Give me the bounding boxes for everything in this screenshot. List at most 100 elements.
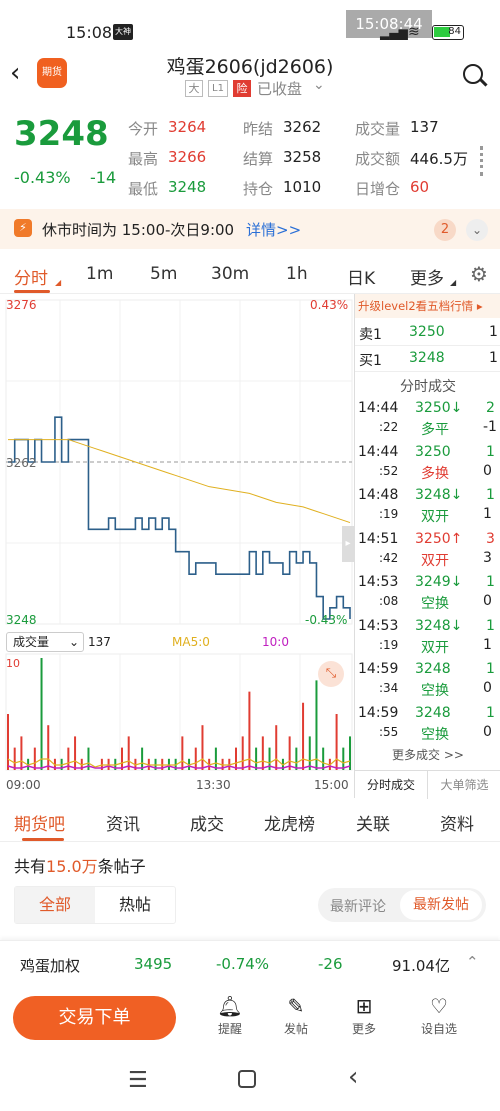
filter-all[interactable]: 全部 [15,887,95,923]
quote-label: 最低 [128,180,159,198]
notice-count[interactable]: 2 [434,219,456,241]
post-button[interactable]: ✎ 发帖 [276,994,316,1037]
more-dots-icon[interactable] [480,146,484,176]
x-label-start: 09:00 [6,778,41,792]
fullscreen-icon[interactable]: ⤡ [318,661,344,687]
quote-value: 3248 [168,178,207,196]
tab-deals[interactable]: 成交 [190,810,224,835]
sort-comment[interactable]: 最新评论 [330,896,386,916]
gear-icon[interactable]: ⚙ [470,262,488,286]
tab-rank[interactable]: 龙虎榜 [264,810,315,835]
chevron-down-icon[interactable]: ⌄ [313,77,325,93]
trade-row: 14:53 3248↓ 1:19 双开 1 [355,616,500,659]
tab-5m[interactable]: 5m [150,264,177,284]
trade-price: 3250 [415,443,451,460]
menu-icon[interactable]: ☰ [128,1068,148,1093]
expand-icon[interactable]: ⌄ [466,219,488,241]
search-icon[interactable] [463,64,488,87]
trade-price: 3250↑ [415,530,463,547]
nav-back-icon[interactable]: ‹ [348,1062,358,1092]
quote-value: 3262 [283,118,322,136]
more-button[interactable]: ⊞ 更多 [344,994,384,1037]
tab-related[interactable]: 关联 [356,810,390,835]
ticker-pct: -0.74% [216,955,270,973]
trade-sec: :19 [379,507,399,521]
tab-profile[interactable]: 资料 [440,810,474,835]
system-nav: ☰ ‹ [0,1050,500,1111]
trade-qty: 1 [486,704,495,721]
wifi-icon: ≋ [408,24,420,40]
quote-label: 持仓 [243,180,274,198]
chart-svg [5,299,353,771]
tab-forum[interactable]: 期货吧 [14,810,65,835]
vol-max-label: 10 [6,657,20,670]
trade-sec: :42 [379,550,399,565]
chevron-up-icon[interactable]: ⌃ [466,953,479,971]
trade-price: 3250↓ [415,400,463,416]
last-price: 3248 [14,114,109,154]
tab-indicator-icon: ◢ [55,278,62,287]
filter-hot[interactable]: 热帖 [95,887,175,923]
trade-open-change: 1 [483,506,492,522]
tag-l1: L1 [208,80,228,97]
trade-price: 3249↓ [415,574,463,590]
forum-sort: 最新评论 最新发帖 [318,888,486,922]
tab-news[interactable]: 资讯 [106,810,140,835]
index-ticker[interactable]: 鸡蛋加权 3495 -0.74% -26 91.04亿 ⌃ [0,940,500,986]
trade-price: 3248 [415,704,451,721]
trade-qty: 1 [486,617,495,634]
tab-daily[interactable]: 日K [347,264,375,289]
app-badge: 大神 [113,24,133,40]
trade-price: 3248↓ [415,617,463,634]
tab-intraday[interactable]: 分时 [14,264,48,289]
ticker-price: 3495 [134,955,173,973]
intraday-chart[interactable]: 3276 0.43% 3262 3248 -0.43% 成交量 ⌄ 137 MA5… [0,294,354,798]
trade-qty: 1 [486,443,495,460]
ma10-label: 10:0 [262,635,289,649]
quote-value: 137 [410,118,439,136]
more-trades-link[interactable]: 更多成交 >> [355,746,500,763]
page-header: ‹ 期货 鸡蛋2606(jd2606) 大 L1 险 已收盘 ⌄ [0,46,500,106]
heart-icon: ♡ [430,994,448,1018]
trade-type: 空换 [421,683,449,699]
tab-more[interactable]: 更多 [410,264,444,289]
change-value: -14 [90,168,117,187]
grid-icon: ⊞ [355,994,373,1018]
side-tabs: 分时成交 大单筛选 [355,770,500,799]
alert-button[interactable]: 🔔︎ 提醒 [210,994,250,1037]
sort-post[interactable]: 最新发帖 [400,890,482,920]
tag-big: 大 [185,80,203,97]
trade-sec: :52 [379,463,399,478]
trade-button[interactable]: 交易下单 [13,996,176,1040]
app-screen: 15:08 大神 15:08:44 ▂▄▆ ≋ 84 ‹ 期货 鸡蛋2606(j… [0,0,500,1111]
trade-time: 14:51 [358,530,399,547]
home-icon[interactable] [238,1070,256,1088]
tab-big-orders[interactable]: 大单筛选 [428,771,500,799]
tab-1h[interactable]: 1h [286,264,308,284]
trade-type: 空换 [421,726,449,743]
trade-sec: :34 [379,681,399,695]
notice-link[interactable]: 详情>> [246,219,301,240]
panel-toggle-icon[interactable]: ▸ [342,526,354,562]
trade-open-change: 1 [483,636,492,653]
watchlist-button[interactable]: ♡ 设自选 [413,994,465,1037]
trade-type: 双开 [421,552,449,569]
forum-filter: 全部 热帖 [14,886,176,924]
tab-1m[interactable]: 1m [86,264,113,284]
upgrade-banner[interactable]: 升级level2看五档行情 ▸ [355,294,500,318]
ma5-label: MA5:0 [172,635,210,649]
y-mid-label: 3262 [6,456,37,470]
page-title: 鸡蛋2606(jd2606) [166,56,334,78]
trade-open-change: -1 [483,419,497,435]
trade-time: 14:44 [358,443,399,460]
volume-selector[interactable]: 成交量 ⌄ [6,632,84,652]
tab-trades[interactable]: 分时成交 [355,771,428,799]
trade-row: 14:53 3249↓ 1:08 空换 0 [355,572,500,615]
trade-sec: :55 [379,724,399,739]
quote-label: 成交量 [355,120,401,138]
info-tabs: 期货吧 资讯 成交 龙虎榜 关联 资料 [0,800,500,842]
trade-type: 空换 [421,596,449,612]
trade-time: 14:44 [358,400,399,416]
trade-type: 双开 [421,639,449,656]
tab-30m[interactable]: 30m [211,264,249,284]
